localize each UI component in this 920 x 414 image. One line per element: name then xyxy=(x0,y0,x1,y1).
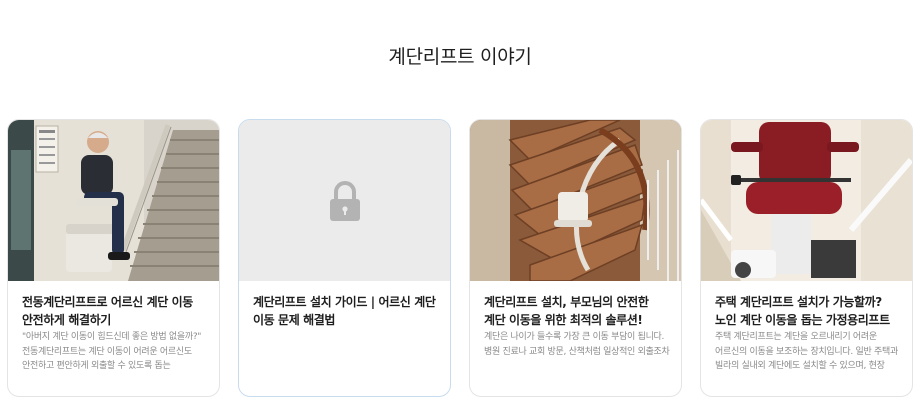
card-description: 계단은 나이가 들수록 가장 큰 이동 부담이 됩니다. 병원 진료나 교회 방… xyxy=(484,332,670,357)
card-thumbnail[interactable] xyxy=(239,120,450,281)
section-title: 계단리프트 이야기 xyxy=(388,46,532,68)
card-title[interactable]: 주택 계단리프트 설치가 가능할까? 노인 계단 이동을 돕는 가정용리프트 xyxy=(715,293,901,329)
article-card[interactable]: 계단리프트 설치 가이드 | 어르신 계단 이동 문제 해결법 xyxy=(238,119,451,397)
card-description: 주택 계단리프트는 계단을 오르내리기 어려운 어르신의 이동을 보조하는 장치… xyxy=(715,332,898,371)
article-card[interactable]: 계단리프트 설치, 부모님의 안전한 계단 이동을 위한 최적의 솔루션! 계단… xyxy=(469,119,682,397)
elderly-man-stair-lift-image xyxy=(8,120,219,281)
lock-icon xyxy=(239,120,450,281)
card-title[interactable]: 계단리프트 설치 가이드 | 어르신 계단 이동 문제 해결법 xyxy=(253,293,439,329)
red-seat-stair-lift-image xyxy=(701,120,912,281)
card-description: "아버지 계단 이동이 힘드신데 좋은 방법 없을까?" 전동계단리프트는 계단… xyxy=(22,332,202,371)
article-card[interactable]: 전동계단리프트로 어르신 계단 이동 안전하게 해결하기 "아버지 계단 이동이… xyxy=(7,119,220,397)
card-thumbnail[interactable] xyxy=(8,120,219,281)
article-card[interactable]: 주택 계단리프트 설치가 가능할까? 노인 계단 이동을 돕는 가정용리프트 주… xyxy=(700,119,913,397)
card-title[interactable]: 계단리프트 설치, 부모님의 안전한 계단 이동을 위한 최적의 솔루션! xyxy=(484,293,670,329)
card-thumbnail[interactable] xyxy=(470,120,681,281)
card-title[interactable]: 전동계단리프트로 어르신 계단 이동 안전하게 해결하기 xyxy=(22,293,208,329)
curved-staircase-lift-image xyxy=(470,120,681,281)
card-thumbnail[interactable] xyxy=(701,120,912,281)
